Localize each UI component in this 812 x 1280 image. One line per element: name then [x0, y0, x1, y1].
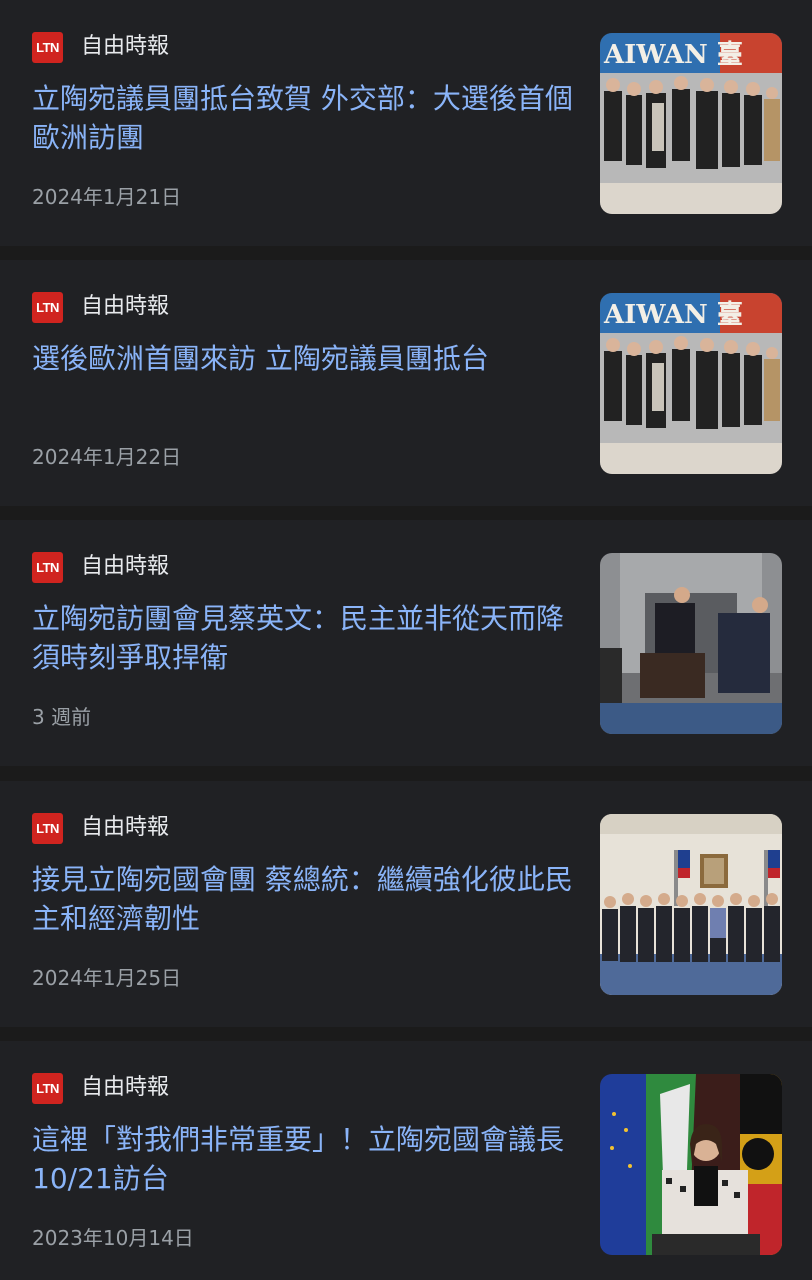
- source-row: LTN 自由時報: [32, 551, 169, 583]
- ltn-logo-icon: LTN: [32, 812, 63, 844]
- headline-link[interactable]: 立陶宛訪團會見蔡英文：民主並非從天而降 須時刻爭取捍衛: [32, 599, 577, 677]
- source-name: 自由時報: [81, 1075, 170, 1100]
- headline-link[interactable]: 這裡「對我們非常重要」！立陶宛國會議長10/21訪台: [32, 1120, 577, 1198]
- source-name: 自由時報: [81, 554, 170, 579]
- news-feed: LTN 自由時報 立陶宛議員團抵台致賀 外交部：大選後首個歐洲訪團 2024年1…: [0, 0, 812, 1280]
- source-row: LTN 自由時報: [32, 291, 169, 323]
- publish-date: 2024年1月21日: [32, 185, 182, 209]
- source-row: LTN 自由時報: [32, 812, 169, 844]
- headline-link[interactable]: 立陶宛議員團抵台致賀 外交部：大選後首個歐洲訪團: [32, 79, 577, 157]
- article-thumbnail[interactable]: [600, 1074, 782, 1255]
- source-name: 自由時報: [81, 815, 170, 840]
- news-card[interactable]: LTN 自由時報 立陶宛訪團會見蔡英文：民主並非從天而降 須時刻爭取捍衛 3 週…: [0, 520, 812, 766]
- article-thumbnail[interactable]: [600, 814, 782, 995]
- article-thumbnail[interactable]: AIWAN 臺: [600, 33, 782, 214]
- ltn-logo-icon: LTN: [32, 31, 63, 63]
- publish-date: 2023年10月14日: [32, 1226, 194, 1250]
- headline-link[interactable]: 選後歐洲首團來訪 立陶宛議員團抵台: [32, 339, 577, 378]
- publish-date: 2024年1月22日: [32, 445, 182, 469]
- news-card[interactable]: LTN 自由時報 立陶宛議員團抵台致賀 外交部：大選後首個歐洲訪團 2024年1…: [0, 0, 812, 246]
- publish-date: 3 週前: [32, 705, 92, 729]
- source-row: LTN 自由時報: [32, 1072, 169, 1104]
- news-card[interactable]: LTN 自由時報 選後歐洲首團來訪 立陶宛議員團抵台 2024年1月22日 AI…: [0, 260, 812, 506]
- thumbnail-banner-text: AIWAN 臺: [603, 300, 743, 330]
- source-name: 自由時報: [81, 294, 170, 319]
- ltn-logo-icon: LTN: [32, 291, 63, 323]
- headline-link[interactable]: 接見立陶宛國會團 蔡總統：繼續強化彼此民主和經濟韌性: [32, 860, 577, 938]
- ltn-logo-icon: LTN: [32, 1072, 63, 1104]
- news-card[interactable]: LTN 自由時報 這裡「對我們非常重要」！立陶宛國會議長10/21訪台 2023…: [0, 1041, 812, 1280]
- publish-date: 2024年1月25日: [32, 966, 182, 990]
- article-thumbnail[interactable]: [600, 553, 782, 734]
- source-row: LTN 自由時報: [32, 31, 169, 63]
- thumbnail-banner-text: AIWAN 臺: [603, 40, 743, 70]
- source-name: 自由時報: [81, 34, 170, 59]
- news-card[interactable]: LTN 自由時報 接見立陶宛國會團 蔡總統：繼續強化彼此民主和經濟韌性 2024…: [0, 781, 812, 1027]
- ltn-logo-icon: LTN: [32, 551, 63, 583]
- article-thumbnail[interactable]: AIWAN 臺: [600, 293, 782, 474]
